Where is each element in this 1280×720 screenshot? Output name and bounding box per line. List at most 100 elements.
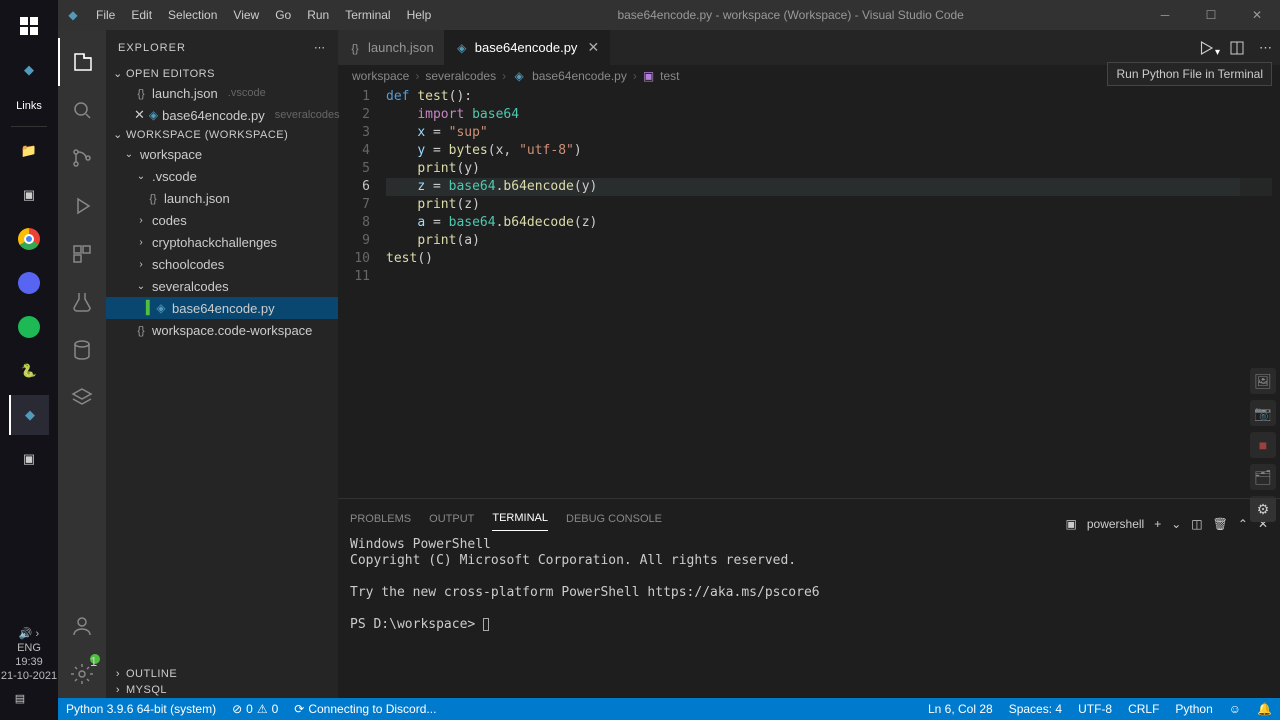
extensions-icon[interactable] bbox=[58, 230, 106, 278]
mysql-header[interactable]: ›MYSQL bbox=[106, 682, 338, 698]
tab-launch[interactable]: launch.json bbox=[338, 30, 445, 65]
sidebar: EXPLORER ⋯ ⌄ OPEN EDITORS launch.json .v… bbox=[106, 30, 338, 698]
status-errors[interactable]: ⊘ 0 ⚠ 0 bbox=[224, 702, 286, 716]
lang-indicator[interactable]: ENG bbox=[0, 642, 58, 654]
chevron-down-icon: ⌄ bbox=[134, 171, 148, 182]
terminal-dropdown-icon[interactable]: ⌄ bbox=[1171, 517, 1181, 531]
tray-icon[interactable]: ▤ bbox=[0, 684, 40, 712]
status-discord[interactable]: ⟳ Connecting to Discord... bbox=[286, 702, 444, 716]
chevron-up-icon[interactable]: ⌃ bbox=[1238, 517, 1248, 531]
tree-vscode[interactable]: ⌄.vscode bbox=[106, 165, 338, 187]
status-spaces[interactable]: Spaces: 4 bbox=[1001, 702, 1070, 716]
terminal[interactable]: Windows PowerShell Copyright (C) Microso… bbox=[338, 531, 1280, 698]
close-tab-icon[interactable]: ✕ bbox=[587, 39, 599, 56]
new-terminal-icon[interactable]: + bbox=[1154, 517, 1161, 531]
trash-icon[interactable]: 🗑 bbox=[1213, 517, 1228, 531]
menu-run[interactable]: Run bbox=[299, 8, 337, 22]
search-icon[interactable] bbox=[58, 86, 106, 134]
minimap[interactable] bbox=[1240, 88, 1280, 498]
spotify-icon[interactable] bbox=[9, 307, 49, 347]
menu-help[interactable]: Help bbox=[399, 8, 440, 22]
editor[interactable]: 12345 6 7891011 def test(): import base6… bbox=[338, 88, 1280, 498]
status-python[interactable]: Python 3.9.6 64-bit (system) bbox=[58, 702, 224, 716]
open-editor-launch[interactable]: launch.json .vscode bbox=[106, 82, 338, 104]
debug-icon[interactable] bbox=[58, 182, 106, 230]
chevron-down-icon: ⌄ bbox=[122, 149, 136, 160]
menu-edit[interactable]: Edit bbox=[123, 8, 160, 22]
minimize-icon[interactable]: ─ bbox=[1142, 8, 1188, 22]
activity-bar: 1 bbox=[58, 30, 106, 698]
menu-terminal[interactable]: Terminal bbox=[337, 8, 398, 22]
more-icon[interactable]: ⋯ bbox=[314, 41, 326, 54]
json-icon bbox=[134, 86, 148, 100]
tree-codes[interactable]: ›codes bbox=[106, 209, 338, 231]
python-icon[interactable]: 🐍 bbox=[9, 351, 49, 391]
vscode-logo-icon: ◆ bbox=[58, 8, 88, 22]
vscode-taskbar-icon[interactable]: ◆ bbox=[9, 50, 49, 90]
menu-view[interactable]: View bbox=[225, 8, 267, 22]
tree-workspace[interactable]: ⌄workspace bbox=[106, 143, 338, 165]
menu-selection[interactable]: Selection bbox=[160, 8, 225, 22]
tree-b64[interactable]: ▍base64encode.py bbox=[106, 297, 338, 319]
db-icon[interactable] bbox=[58, 326, 106, 374]
menu-file[interactable]: File bbox=[88, 8, 123, 22]
tree-crypto[interactable]: ›cryptohackchallenges bbox=[106, 231, 338, 253]
windows-taskbar: ◆ Links 📁 ▣ 🐍 ◆ ▣ 🔊 › ENG 19:39 21-10-20… bbox=[0, 0, 58, 720]
open-editors-header[interactable]: ⌄ OPEN EDITORS bbox=[106, 65, 338, 82]
explorer-icon[interactable] bbox=[58, 38, 106, 86]
testing-icon[interactable] bbox=[58, 278, 106, 326]
tree-several[interactable]: ⌄severalcodes bbox=[106, 275, 338, 297]
tree-launch[interactable]: launch.json bbox=[106, 187, 338, 209]
feedback-icon[interactable]: ☺ bbox=[1221, 702, 1249, 716]
run-tooltip: Run Python File in Terminal bbox=[1107, 62, 1272, 86]
tree-school[interactable]: ›schoolcodes bbox=[106, 253, 338, 275]
titlebar: ◆ File Edit Selection View Go Run Termin… bbox=[58, 0, 1280, 30]
window-title: base64encode.py - workspace (Workspace) … bbox=[439, 8, 1142, 22]
split-editor-icon[interactable] bbox=[1229, 40, 1245, 56]
tab-problems[interactable]: PROBLEMS bbox=[350, 513, 411, 531]
vscode-running-icon[interactable]: ◆ bbox=[9, 395, 49, 435]
links-label[interactable]: Links bbox=[16, 100, 42, 112]
tab-debug[interactable]: DEBUG CONSOLE bbox=[566, 513, 662, 531]
workspace-header[interactable]: ⌄ WORKSPACE (WORKSPACE) bbox=[106, 126, 338, 143]
outline-header[interactable]: ›OUTLINE bbox=[106, 666, 338, 682]
terminal-app-icon[interactable]: ▣ bbox=[9, 175, 49, 215]
shell-icon: ▣ bbox=[1066, 517, 1077, 531]
tab-b64[interactable]: base64encode.py ✕ bbox=[445, 30, 610, 65]
status-lang[interactable]: Python bbox=[1167, 702, 1220, 716]
chevron-down-icon: ⌄ bbox=[134, 281, 148, 292]
code-body[interactable]: def test(): import base64 x = "sup" y = … bbox=[386, 88, 1280, 498]
layers-icon[interactable] bbox=[58, 374, 106, 422]
recorder-icon[interactable]: ▣ bbox=[9, 439, 49, 479]
tab-output[interactable]: OUTPUT bbox=[429, 513, 474, 531]
start-icon[interactable] bbox=[9, 6, 49, 46]
account-icon[interactable] bbox=[58, 602, 106, 650]
status-position[interactable]: Ln 6, Col 28 bbox=[920, 702, 1001, 716]
chevron-right-icon: › bbox=[134, 215, 148, 226]
sound-icon[interactable]: 🔊 › bbox=[0, 627, 58, 640]
status-eol[interactable]: CRLF bbox=[1120, 702, 1167, 716]
open-editor-b64[interactable]: ✕ base64encode.py severalcodes bbox=[106, 104, 338, 126]
tab-terminal[interactable]: TERMINAL bbox=[492, 512, 548, 531]
discord-icon[interactable] bbox=[9, 263, 49, 303]
chevron-right-icon: › bbox=[110, 668, 126, 680]
status-encoding[interactable]: UTF-8 bbox=[1070, 702, 1120, 716]
date-indicator: 21-10-2021 bbox=[0, 670, 58, 682]
source-control-icon[interactable] bbox=[58, 134, 106, 182]
more-actions-icon[interactable]: ⋯ bbox=[1259, 40, 1272, 56]
explorer-folder-icon[interactable]: 📁 bbox=[9, 131, 49, 171]
time-indicator: 19:39 bbox=[0, 656, 58, 668]
menu-go[interactable]: Go bbox=[267, 8, 299, 22]
json-icon bbox=[146, 191, 160, 205]
chrome-icon[interactable] bbox=[9, 219, 49, 259]
close-window-icon[interactable]: ✕ bbox=[1234, 8, 1280, 22]
split-terminal-icon[interactable]: ◫ bbox=[1191, 517, 1202, 531]
tree-ws[interactable]: workspace.code-workspace bbox=[106, 319, 338, 341]
close-icon[interactable]: ✕ bbox=[134, 107, 145, 123]
chevron-down-icon: ⌄ bbox=[110, 128, 126, 141]
shell-name[interactable]: powershell bbox=[1087, 517, 1144, 531]
gear-icon[interactable]: ⚙ bbox=[1250, 496, 1276, 522]
run-button[interactable]: ▾ bbox=[1197, 39, 1215, 57]
maximize-icon[interactable]: ☐ bbox=[1188, 8, 1234, 22]
bell-icon[interactable]: 🔔 bbox=[1249, 702, 1280, 716]
